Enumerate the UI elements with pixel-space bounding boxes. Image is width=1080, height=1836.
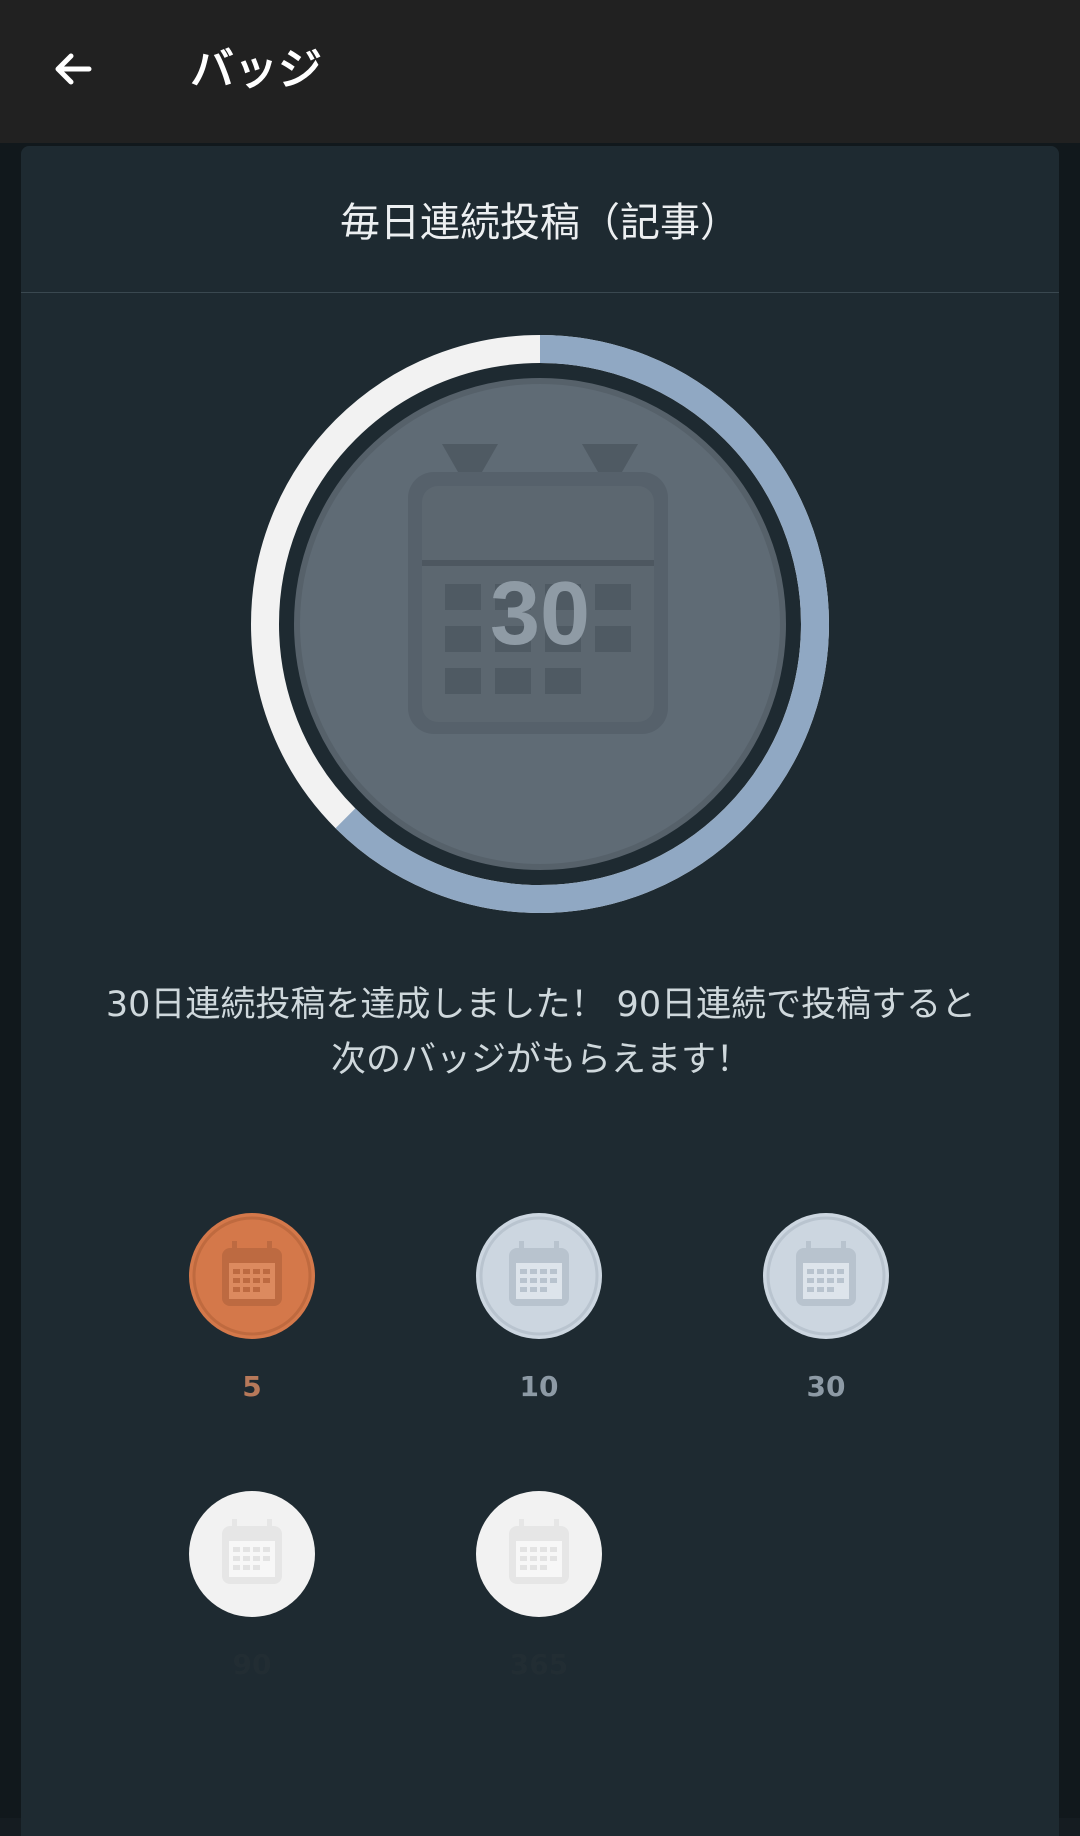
calendar-icon [509,1519,569,1584]
badge-label: 90 [232,1648,272,1681]
page-title: バッジ [190,44,322,95]
silver-medal [763,1213,889,1339]
bronze-medal [189,1213,315,1339]
badge-detail-dialog: 毎日連続投稿（記事） 30 30日連続投稿を達成しました！ 90日連続で投稿する… [21,146,1059,1836]
badge-item-365[interactable]: 365 [474,1489,604,1683]
calendar-icon [796,1241,856,1306]
arrow-left-icon [55,53,92,85]
badge-item-10[interactable]: 10 [474,1211,604,1405]
app-bar: バッジ [0,0,1080,143]
calendar-icon [222,1519,282,1584]
badge-label: 10 [519,1370,559,1403]
badge-item-30[interactable]: 30 [761,1211,891,1405]
dialog-header: 毎日連続投稿（記事） [21,146,1059,293]
locked-medal [476,1491,602,1617]
locked-medal [189,1491,315,1617]
back-button[interactable] [40,36,106,102]
silver-medal [476,1213,602,1339]
badge-label: 5 [242,1370,262,1403]
current-badge-number: 30 [490,564,590,664]
achievement-message: 30日連続投稿を達成しました！ 90日連続で投稿すると次のバッジがもらえます！ [105,985,977,1080]
badge-label: 365 [509,1648,569,1681]
badge-label: 30 [806,1370,846,1403]
badge-item-90[interactable]: 90 [187,1489,317,1683]
badge-progress-ring: 30 [251,335,829,913]
dialog-title: 毎日連続投稿（記事） [340,200,740,246]
calendar-icon [509,1241,569,1306]
calendar-icon [222,1241,282,1306]
badge-item-5[interactable]: 5 [187,1211,317,1405]
